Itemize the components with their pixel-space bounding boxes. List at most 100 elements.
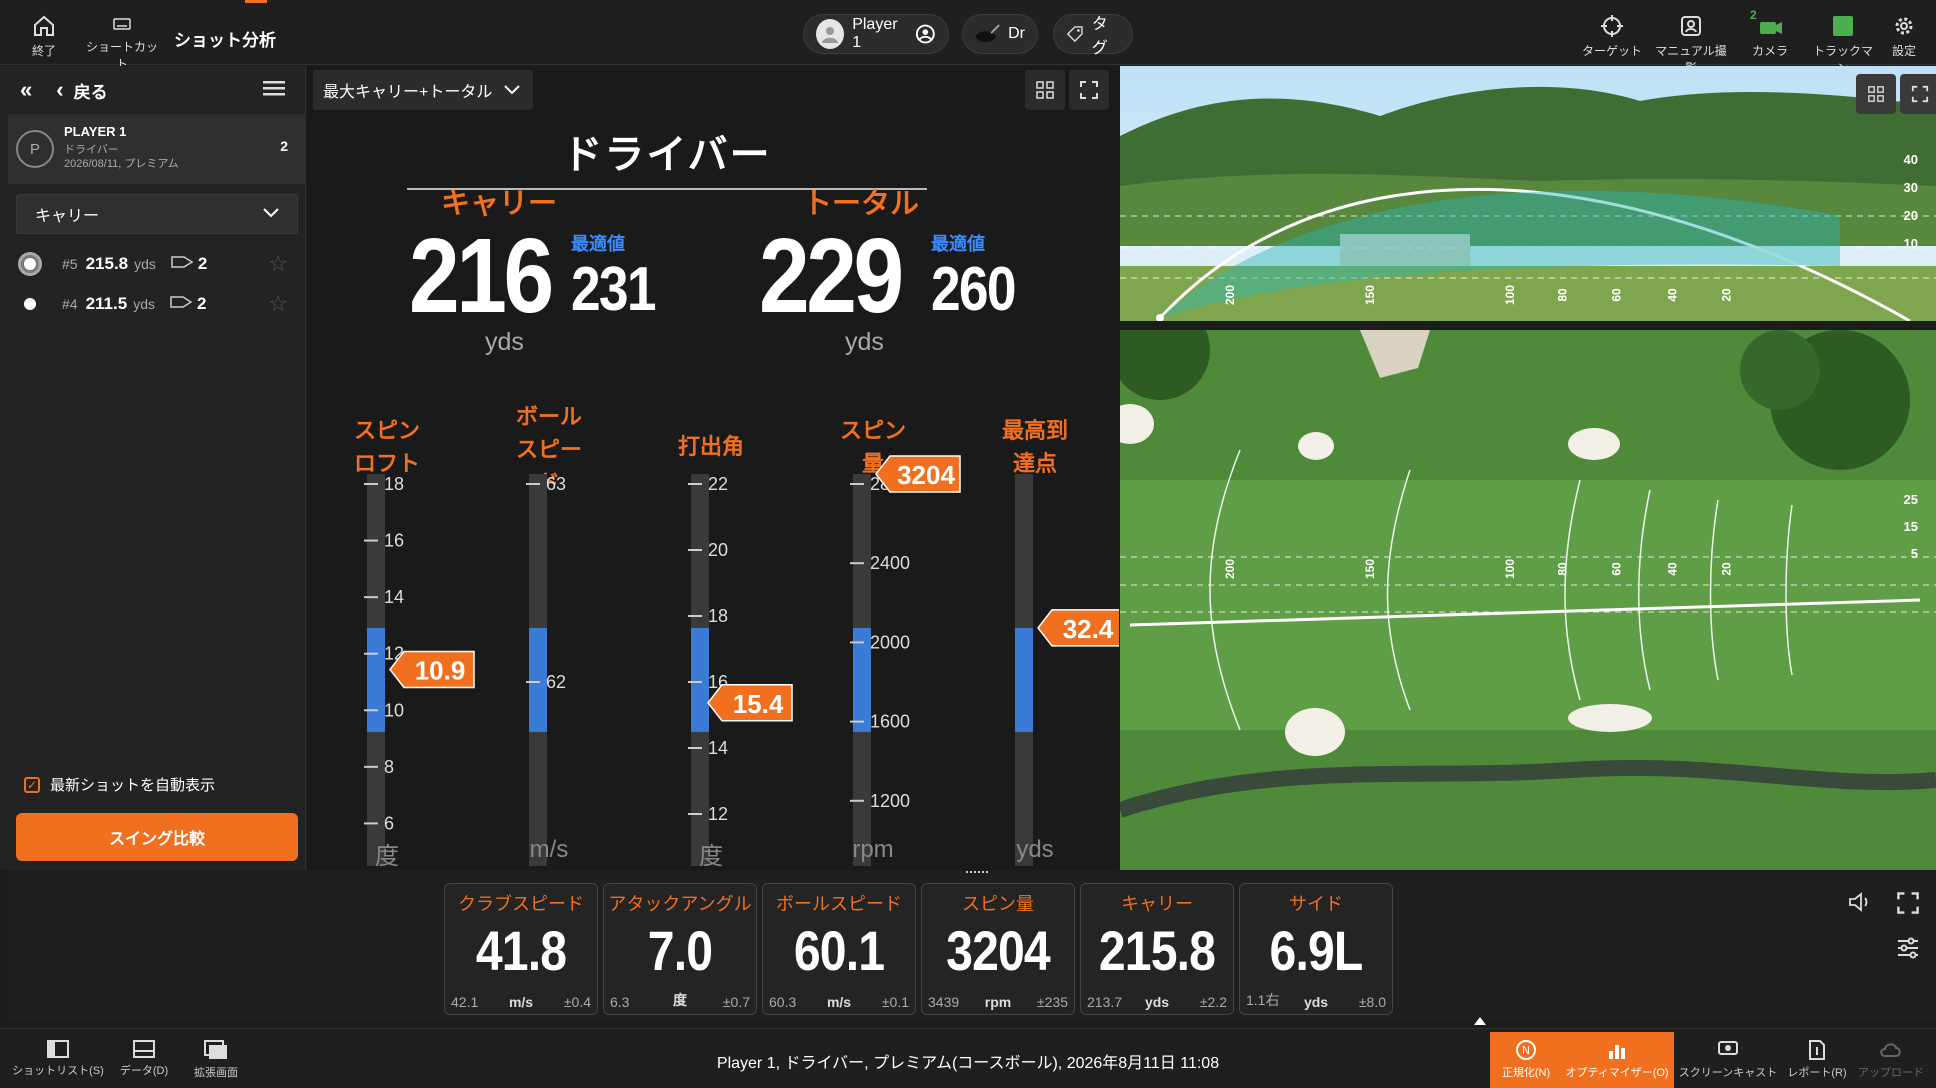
player-session-meta: 2026/08/11, プレミアム xyxy=(64,158,179,170)
top-view-map[interactable]: 25 15 5 200 150 100 80 60 40 20 xyxy=(1120,330,1936,870)
report-button[interactable]: レポート(R) xyxy=(1784,1039,1850,1080)
shot-row[interactable]: #5 215.8 yds 2 ☆ xyxy=(16,244,298,284)
metric-select[interactable]: キャリー xyxy=(16,194,298,234)
extended-screen-button[interactable]: 拡張画面 xyxy=(190,1039,242,1080)
distance-mark: 200 xyxy=(1223,284,1238,306)
star-icon[interactable]: ☆ xyxy=(268,251,288,277)
side-distance-marks: 200 150 100 80 60 40 20 xyxy=(1120,284,1936,318)
player-pill[interactable]: Player 1 xyxy=(803,14,949,54)
height-scale: 40 30 20 10 xyxy=(1904,152,1918,251)
stat-title: クラブスピード xyxy=(458,894,584,914)
normalize-button[interactable]: N 正規化(N) xyxy=(1496,1039,1556,1080)
panel-header: « ‹ 戻る xyxy=(0,66,305,114)
club-pill[interactable]: Dr xyxy=(962,14,1038,54)
user-icon xyxy=(822,27,839,43)
swing-compare-button[interactable]: スイング比較 xyxy=(16,813,298,861)
grid-icon xyxy=(1036,81,1054,99)
footer-bar: ショットリスト(S) データ(D) 拡張画面 Player 1, ドライバー, … xyxy=(0,1028,1936,1088)
top-distance-marks: 200 150 100 80 60 40 20 xyxy=(1120,558,1936,592)
shortcut-button[interactable]: ショートカット xyxy=(82,14,162,72)
target-label: ターゲット xyxy=(1582,44,1643,58)
gauge-tick-label: 62 xyxy=(546,672,566,692)
distance-mark: 100 xyxy=(1503,558,1518,580)
apex-height-unit: yds xyxy=(1016,836,1054,863)
stat-card[interactable]: ボールスピード 60.1 60.3 m/s ±0.1 xyxy=(762,883,916,1015)
radio-dot xyxy=(24,298,36,310)
distance-mark: 60 xyxy=(1609,288,1624,302)
menu-icon[interactable] xyxy=(263,80,285,101)
player-name: PLAYER 1 xyxy=(64,124,127,139)
stat-title: アタックアングル xyxy=(608,894,752,914)
expand-up-icon[interactable] xyxy=(1474,1017,1486,1025)
driver-club-icon xyxy=(975,24,1000,43)
shot-row[interactable]: #4 211.5 yds 2 ☆ xyxy=(16,284,298,324)
settings-label: 設定 xyxy=(1891,44,1916,58)
exit-button[interactable]: 終了 xyxy=(26,14,62,59)
gauge-value-label: 15.4 xyxy=(733,689,784,719)
hamburger-icon xyxy=(263,80,285,95)
grid-view-button[interactable] xyxy=(1025,70,1065,110)
carry-optimal-value: 231 xyxy=(571,255,657,324)
player-card[interactable]: P PLAYER 1 ドライバー 2026/08/11, プレミアム 2 xyxy=(8,114,306,184)
settings-button[interactable]: 設定 xyxy=(1888,14,1920,59)
data-label: データ(D) xyxy=(119,1065,169,1077)
sidebar-icon xyxy=(47,1040,69,1058)
shot-number: #4 xyxy=(62,296,78,312)
target-button[interactable]: ターゲット xyxy=(1582,14,1642,59)
screencast-button[interactable]: スクリーンキャスト xyxy=(1676,1039,1780,1080)
data-button[interactable]: データ(D) xyxy=(118,1039,170,1078)
bar-chart-icon xyxy=(1609,1045,1625,1059)
back-button[interactable]: ‹ 戻る xyxy=(56,77,107,103)
stat-card[interactable]: キャリー 215.8 213.7 yds ±2.2 xyxy=(1080,883,1234,1015)
tag-pill[interactable]: タグ xyxy=(1053,14,1133,57)
stat-card[interactable]: クラブスピード 41.8 42.1 m/s ±0.4 xyxy=(444,883,598,1015)
side-view-grid-button[interactable] xyxy=(1856,74,1896,114)
top-view-scene xyxy=(1120,330,1936,870)
side-view-scene xyxy=(1120,66,1936,321)
star-icon[interactable]: ☆ xyxy=(268,291,288,317)
shot-radio[interactable] xyxy=(18,252,42,276)
side-view-fullscreen-button[interactable] xyxy=(1900,74,1936,114)
shotlist-button[interactable]: ショットリスト(S) xyxy=(12,1039,104,1078)
shot-value: 211.5 xyxy=(85,294,128,313)
distance-mark: 150 xyxy=(1363,284,1378,306)
stat-card[interactable]: アタックアングル 7.0 6.3 度 ±0.7 xyxy=(603,883,757,1015)
checkbox[interactable]: ✓ xyxy=(24,776,40,793)
gauge-optimal-band xyxy=(853,627,871,732)
stat-deviation: ±0.7 xyxy=(722,994,750,1010)
view-select[interactable]: 最大キャリー+トータル xyxy=(313,70,533,110)
drag-handle[interactable] xyxy=(966,871,988,874)
svg-text:N: N xyxy=(1522,1044,1530,1057)
stats-settings-button[interactable] xyxy=(1896,937,1920,964)
data-table-icon xyxy=(133,1040,155,1058)
stat-value: 7.0 xyxy=(647,919,713,982)
stat-title: サイド xyxy=(1289,894,1343,914)
upload-button[interactable]: アップロード xyxy=(1856,1039,1926,1080)
stats-fullscreen-button[interactable] xyxy=(1896,891,1920,920)
tag-pill-label: タグ xyxy=(1091,16,1108,57)
stat-card[interactable]: スピン量 3204 3439 rpm ±235 xyxy=(921,883,1075,1015)
shotlist-label: ショットリスト(S) xyxy=(12,1065,104,1077)
stat-card[interactable]: サイド 6.9L 1.1右 yds ±8.0 xyxy=(1239,883,1393,1015)
gauge-tick-label: 14 xyxy=(384,587,404,607)
fullscreen-button[interactable] xyxy=(1069,70,1109,110)
shot-unit: yds xyxy=(133,296,155,312)
gear-icon xyxy=(1895,17,1913,35)
upload-label: アップロード xyxy=(1858,1067,1924,1079)
player-pill-label: Player 1 xyxy=(852,16,898,51)
gauge-tick-label: 16 xyxy=(384,531,404,551)
optimizer-button[interactable]: オプティマイザー(O) xyxy=(1562,1039,1672,1080)
volume-button[interactable] xyxy=(1848,891,1872,918)
height-scale-label: 40 xyxy=(1903,152,1918,167)
shot-tag-count: 2 xyxy=(197,254,208,273)
tag-icon xyxy=(170,255,194,273)
shot-radio[interactable] xyxy=(18,292,42,316)
collapse-icon[interactable]: « xyxy=(20,77,32,103)
chevron-down-icon xyxy=(504,85,521,95)
active-indicator xyxy=(245,0,267,3)
top-bar: 終了 ショートカット ショット分析 Player 1 Dr タグ ターゲット マ… xyxy=(0,0,1936,75)
camera-button[interactable]: 2 カメラ xyxy=(1748,8,1792,59)
distance-mark: 80 xyxy=(1555,562,1570,576)
auto-show-toggle[interactable]: ✓ 最新ショットを自動表示 xyxy=(24,774,215,795)
side-view-trajectory[interactable]: 40 30 20 10 200 150 100 80 60 40 20 xyxy=(1120,66,1936,321)
